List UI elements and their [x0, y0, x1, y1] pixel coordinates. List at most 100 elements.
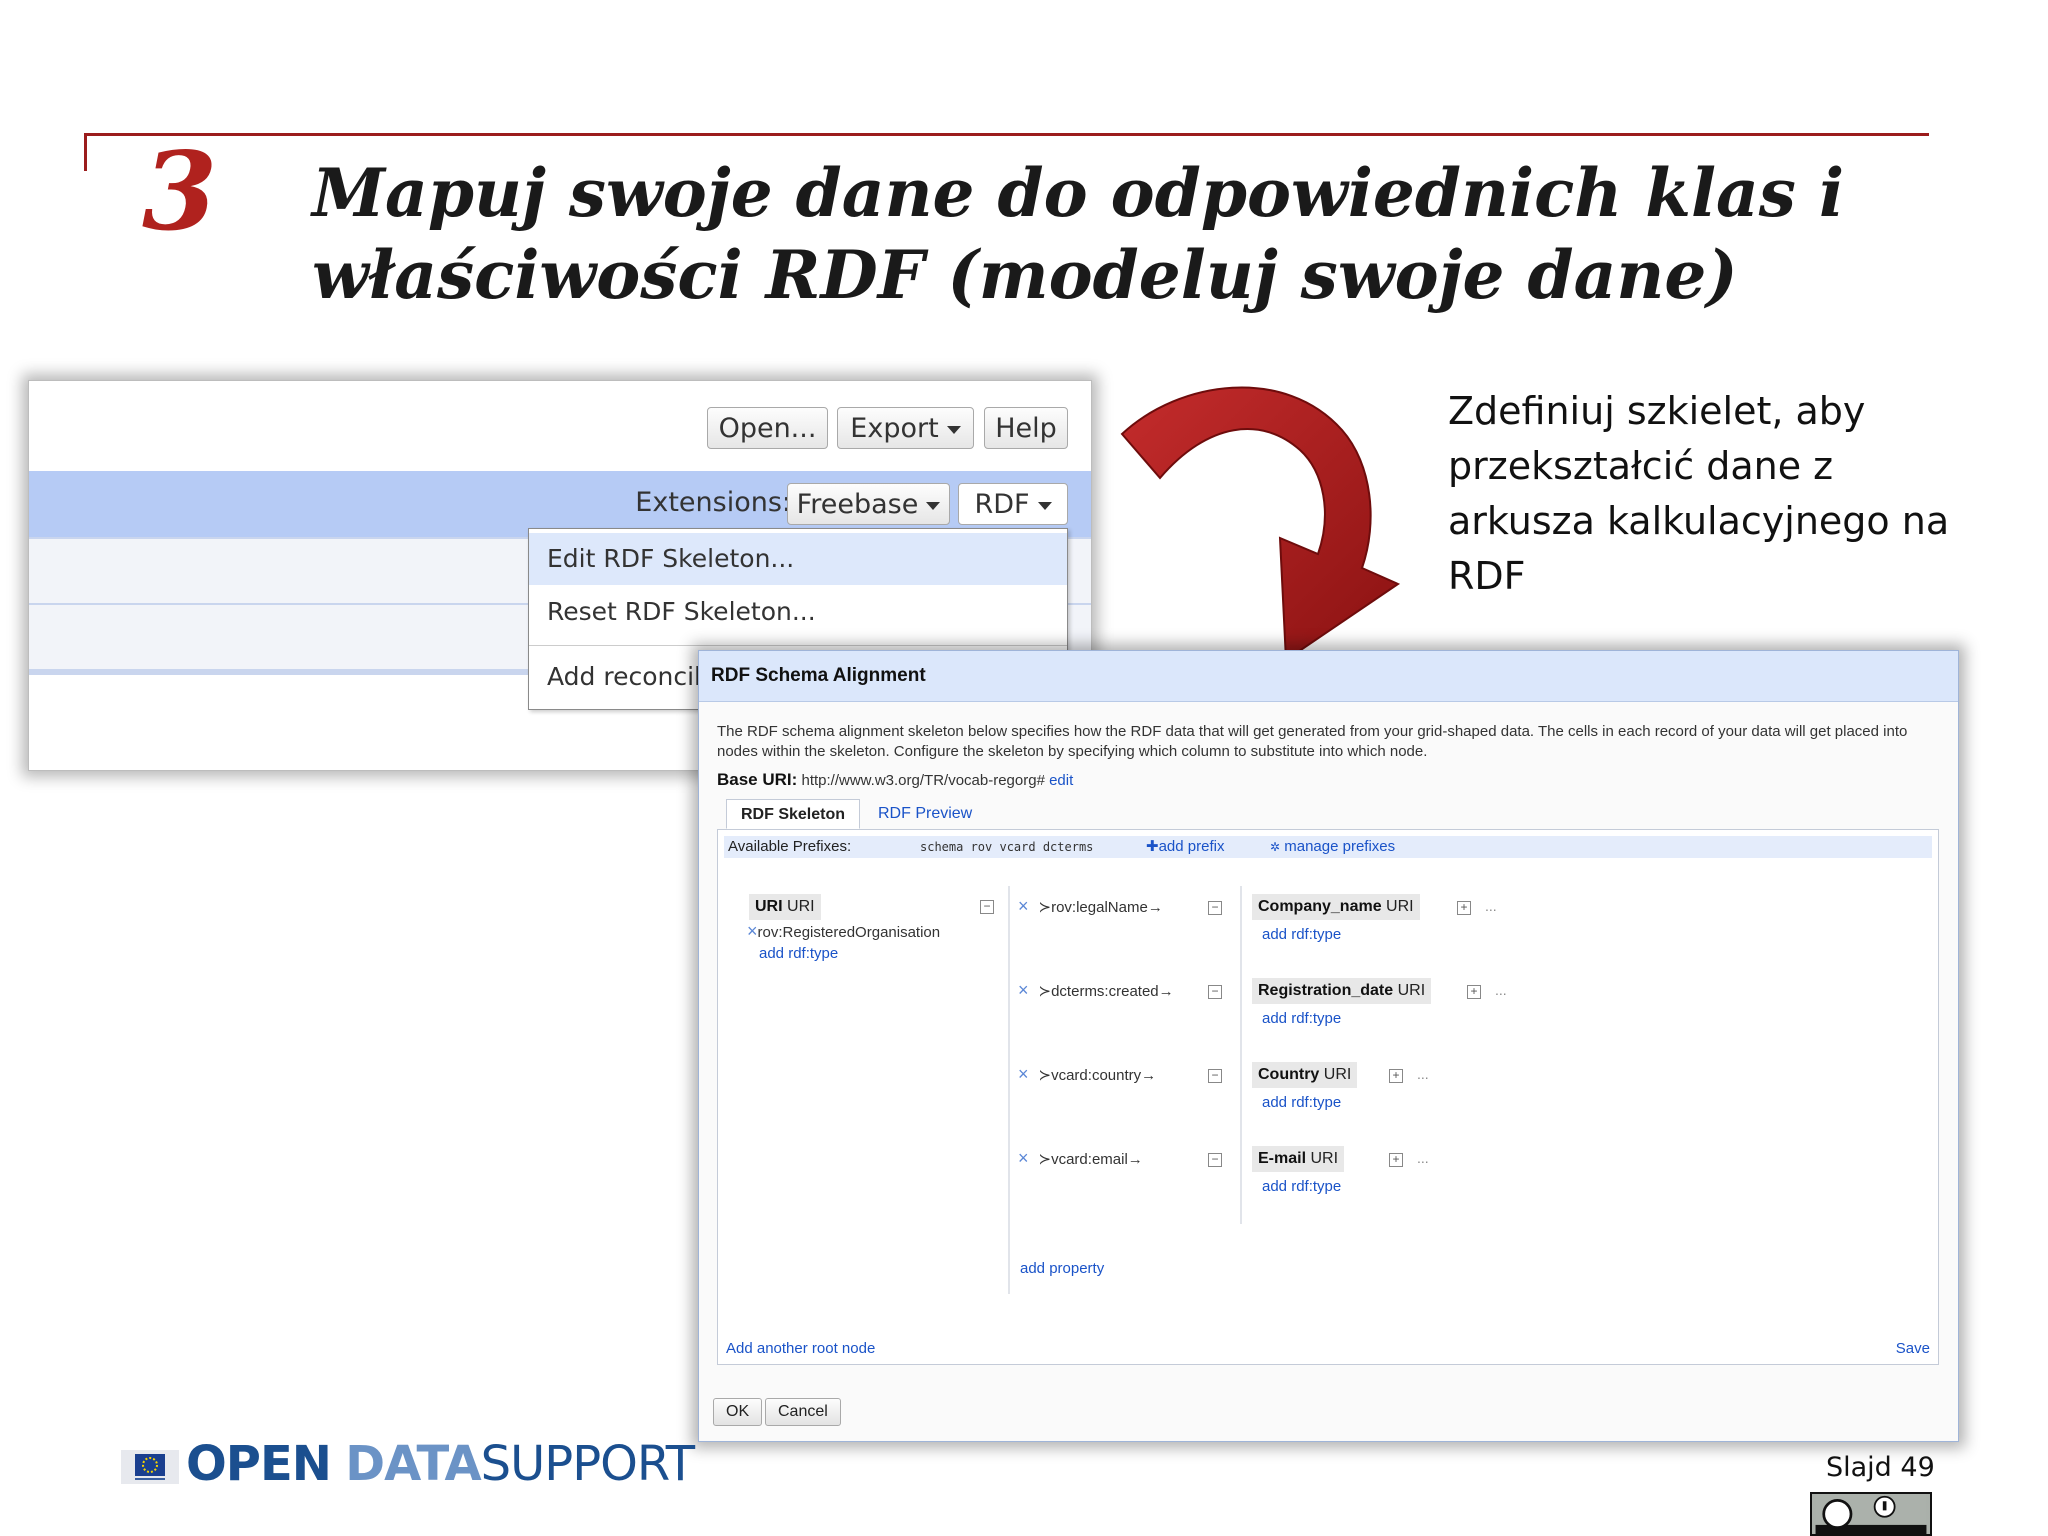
menu-item-edit-rdf-skeleton[interactable]: Edit RDF Skeleton...: [529, 533, 1067, 585]
prefixes-list: schema rov vcard dcterms: [920, 840, 1094, 854]
target-node-suffix: URI: [1386, 898, 1414, 915]
remove-type-icon[interactable]: ×: [747, 921, 758, 941]
collapse-icon[interactable]: −: [1208, 901, 1222, 915]
property-row: × ≻rov:legalName→: [1018, 896, 1163, 916]
slide-title: Mapuj swoje dane do odpowiednich klas i …: [312, 152, 1952, 316]
side-line: Zdefiniuj szkielet, aby: [1448, 389, 1866, 433]
creative-commons-by-icon: [1810, 1492, 1932, 1536]
target-node[interactable]: E-mail URI: [1252, 1146, 1345, 1172]
expand-icon[interactable]: +: [1389, 1153, 1403, 1167]
target-node-name: E-mail: [1258, 1150, 1307, 1167]
caret-down-icon: [1037, 501, 1052, 510]
caret-down-icon: [946, 425, 961, 434]
add-rdf-type-link[interactable]: add rdf:type: [1262, 1178, 1341, 1195]
more-icon[interactable]: ...: [1485, 898, 1497, 914]
ok-button[interactable]: OK: [713, 1398, 763, 1426]
collapse-icon[interactable]: −: [1208, 985, 1222, 999]
side-line: arkusza kalkulacyjnego na: [1448, 499, 1950, 543]
title-rule-left: [84, 133, 87, 171]
tab-rdf-skeleton[interactable]: RDF Skeleton: [726, 799, 861, 829]
manage-prefixes-link[interactable]: ✲ manage prefixes: [1270, 836, 1395, 858]
property-row: × ≻vcard:country→: [1018, 1064, 1157, 1084]
collapse-icon[interactable]: −: [1208, 1069, 1222, 1083]
dialog-title: RDF Schema Alignment: [711, 665, 926, 686]
node-divider: [1240, 886, 1242, 972]
expand-icon[interactable]: +: [1457, 901, 1471, 915]
remove-property-icon[interactable]: ×: [1018, 1148, 1029, 1168]
add-property-link[interactable]: add property: [1020, 1260, 1104, 1277]
open-data-support-logo: OPEN DATASUPPORT: [186, 1436, 695, 1492]
plus-icon: ✚: [1146, 838, 1159, 855]
root-node-name: URI: [755, 898, 783, 915]
root-node[interactable]: URI URI: [749, 894, 821, 920]
more-icon[interactable]: ...: [1495, 982, 1507, 998]
rdf-schema-alignment-dialog: RDF Schema Alignment The RDF schema alig…: [698, 650, 1959, 1442]
add-rdf-type-link[interactable]: add rdf:type: [1262, 1094, 1341, 1111]
add-rdf-type-link[interactable]: add rdf:type: [1262, 926, 1341, 943]
slide-title-line1: Mapuj swoje dane do odpowiednich klas i: [312, 154, 1845, 232]
edit-base-uri-link[interactable]: edit: [1049, 772, 1073, 789]
target-node[interactable]: Company_name URI: [1252, 894, 1420, 920]
side-description: Zdefiniuj szkielet, aby przekształcić da…: [1448, 384, 1968, 604]
logo-support: SUPPORT: [480, 1436, 695, 1492]
extensions-label: Extensions:: [635, 487, 791, 518]
add-prefix-link[interactable]: ✚add prefix: [1146, 836, 1224, 858]
expand-icon[interactable]: +: [1467, 985, 1481, 999]
target-node[interactable]: Country URI: [1252, 1062, 1358, 1088]
base-uri-value: http://www.w3.org/TR/vocab-regorg#: [801, 772, 1045, 789]
dialog-description: The RDF schema alignment skeleton below …: [717, 723, 1908, 760]
menu-divider: [529, 645, 1067, 646]
remove-property-icon[interactable]: ×: [1018, 980, 1029, 1000]
more-icon[interactable]: ...: [1417, 1066, 1429, 1082]
base-uri-line: Base URI: http://www.w3.org/TR/vocab-reg…: [717, 770, 1073, 790]
remove-property-icon[interactable]: ×: [1018, 1064, 1029, 1084]
node-divider: [1240, 1138, 1242, 1224]
node-divider: [1240, 1054, 1242, 1140]
freebase-menu-button[interactable]: Freebase: [787, 483, 950, 525]
remove-property-icon[interactable]: ×: [1018, 896, 1029, 916]
add-prefix-label: add prefix: [1158, 838, 1225, 855]
root-add-rdf-type-link[interactable]: add rdf:type: [759, 945, 838, 962]
title-rule: [84, 133, 1929, 136]
open-button[interactable]: Open...: [707, 407, 828, 449]
property-name[interactable]: dcterms:created: [1051, 983, 1159, 1000]
prefixes-label: Available Prefixes:: [728, 838, 852, 855]
step-number: 3: [142, 129, 218, 255]
expand-icon[interactable]: +: [1389, 1069, 1403, 1083]
root-node-type-label: rov:RegisteredOrganisation: [757, 924, 941, 941]
target-node-name: Company_name: [1258, 898, 1382, 915]
tab-rdf-preview[interactable]: RDF Preview: [864, 799, 986, 829]
slide-number: Slajd 49: [1826, 1452, 1935, 1483]
export-button[interactable]: Export: [837, 407, 974, 449]
root-node-suffix: URI: [787, 898, 815, 915]
caret-down-icon: [926, 501, 941, 510]
curved-arrow-icon: [1120, 386, 1401, 662]
save-link[interactable]: Save: [1896, 1340, 1930, 1357]
slide-title-line2: właściwości RDF (modeluj swoje dane): [312, 236, 1738, 314]
target-node-suffix: URI: [1323, 1066, 1352, 1083]
root-node-type: ×rov:RegisteredOrganisation: [747, 921, 940, 942]
rdf-label: RDF: [974, 489, 1030, 520]
target-node[interactable]: Registration_date URI: [1252, 978, 1432, 1004]
property-name[interactable]: vcard:email: [1051, 1151, 1128, 1168]
property-name[interactable]: vcard:country: [1051, 1067, 1141, 1084]
help-button[interactable]: Help: [984, 407, 1068, 449]
skeleton-panel: Available Prefixes: schema rov vcard dct…: [717, 829, 1939, 1365]
add-root-node-link[interactable]: Add another root node: [726, 1340, 875, 1357]
add-rdf-type-link[interactable]: add rdf:type: [1262, 1010, 1341, 1027]
target-node-suffix: URI: [1310, 1150, 1339, 1167]
prefixes-bar: Available Prefixes: schema rov vcard dct…: [724, 836, 1932, 858]
cancel-button[interactable]: Cancel: [765, 1398, 841, 1426]
more-icon[interactable]: ...: [1417, 1150, 1429, 1166]
export-label: Export: [850, 413, 939, 444]
eu-flag-logo-icon: [121, 1450, 179, 1484]
menu-item-reset-rdf-skeleton[interactable]: Reset RDF Skeleton...: [529, 586, 1067, 638]
collapse-root-icon[interactable]: −: [980, 900, 994, 914]
property-row: × ≻dcterms:created→: [1018, 980, 1174, 1000]
rdf-menu-button[interactable]: RDF: [958, 483, 1068, 525]
side-line: przekształcić dane z: [1448, 444, 1834, 488]
property-row: × ≻vcard:email→: [1018, 1148, 1143, 1168]
property-name[interactable]: rov:legalName: [1051, 899, 1148, 916]
collapse-icon[interactable]: −: [1208, 1153, 1222, 1167]
logo-open: OPEN: [186, 1436, 332, 1492]
